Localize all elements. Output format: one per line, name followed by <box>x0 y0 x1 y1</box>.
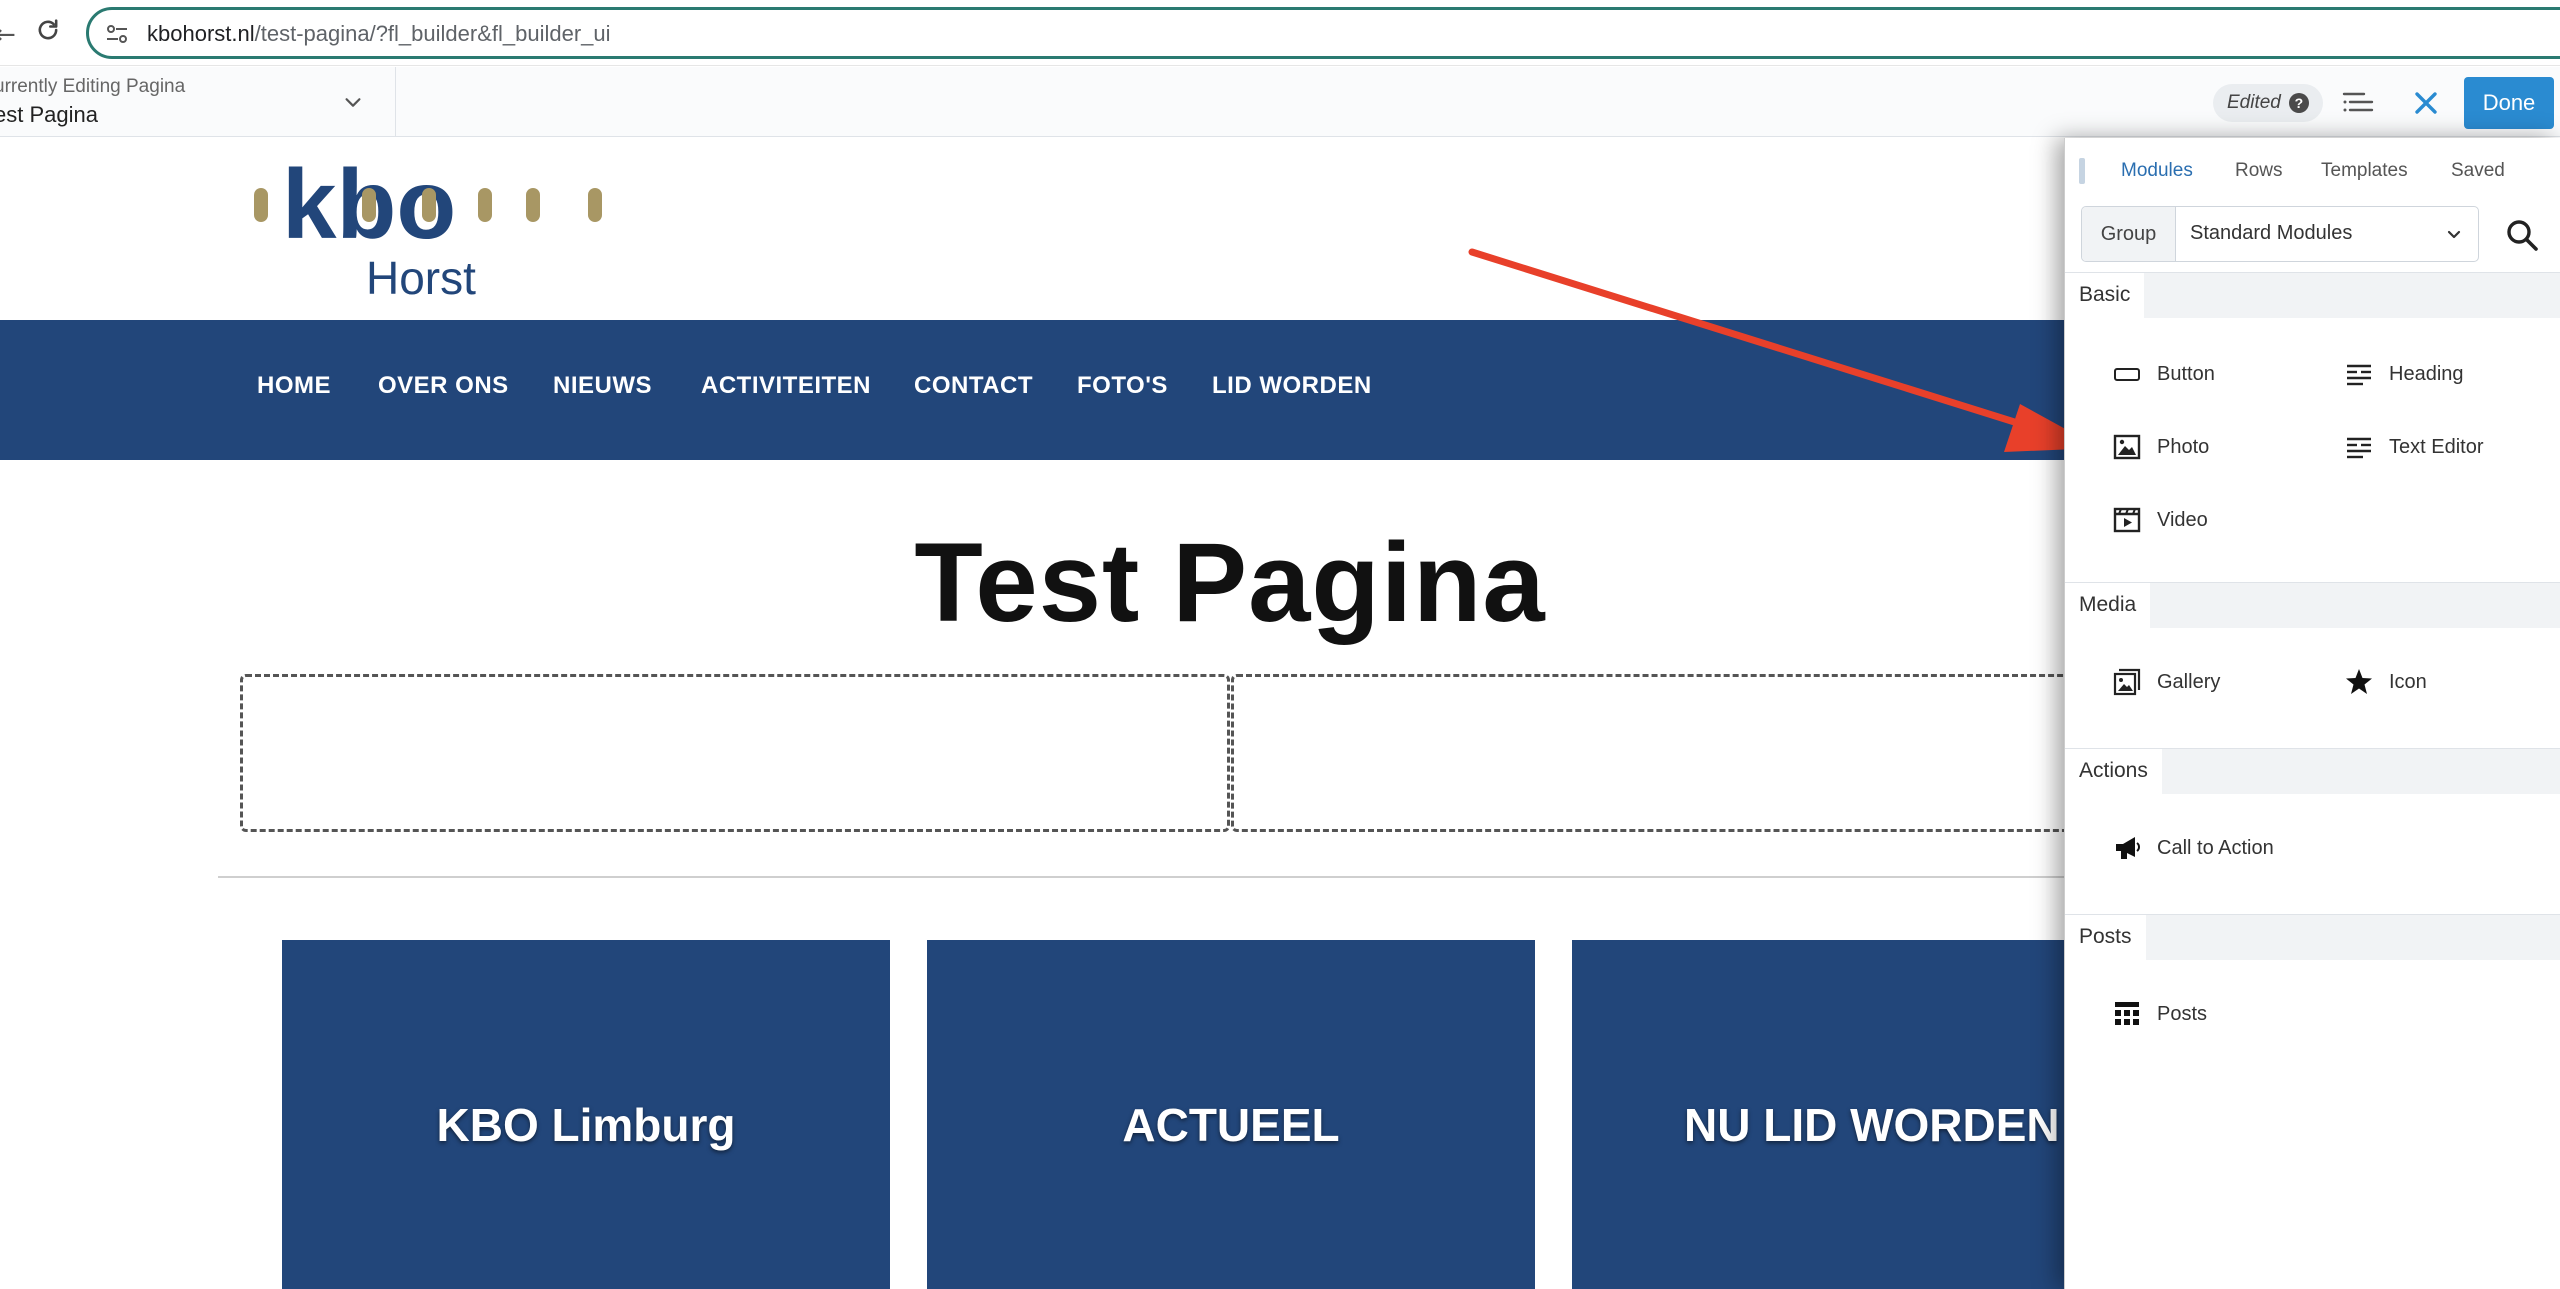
group-label: Group <box>2082 207 2176 261</box>
address-bar[interactable]: kbohorst.nl/test-pagina/?fl_builder&fl_b… <box>86 7 2560 59</box>
module-label: Icon <box>2389 670 2427 693</box>
tile-kbo-limburg[interactable]: KBO Limburg <box>282 940 890 1289</box>
annotation-arrow-icon <box>1468 248 2100 452</box>
site-settings-icon[interactable] <box>105 23 129 45</box>
tab-modules[interactable]: Modules <box>2121 160 2193 182</box>
section-header: Posts <box>2065 914 2560 961</box>
chevron-down-icon[interactable] <box>342 91 364 113</box>
module-icon[interactable]: Icon <box>2345 662 2427 702</box>
gallery-icon <box>2113 668 2141 696</box>
button-icon <box>2114 368 2140 381</box>
module-text-editor[interactable]: Text Editor <box>2345 427 2483 467</box>
star-icon <box>2346 669 2372 694</box>
nav-fotos[interactable]: FOTO'S <box>1077 372 1168 400</box>
content-divider <box>218 876 2068 878</box>
url-path: /test-pagina/?fl_builder&fl_builder_ui <box>254 21 611 46</box>
group-select[interactable]: Group Standard Modules <box>2081 206 2479 262</box>
tile-actueel[interactable]: ACTUEEL <box>927 940 1535 1289</box>
nav-home[interactable]: HOME <box>257 372 331 400</box>
back-icon[interactable]: ← <box>0 20 16 50</box>
section-header: Media <box>2065 582 2560 629</box>
section-header: Basic <box>2065 272 2560 319</box>
module-photo[interactable]: Photo <box>2113 427 2209 467</box>
module-label: Gallery <box>2157 670 2221 693</box>
module-video[interactable]: Video <box>2113 500 2208 540</box>
section-title-media: Media <box>2065 583 2151 629</box>
module-label: Heading <box>2389 362 2464 385</box>
module-label: Photo <box>2157 435 2210 458</box>
section-media: Media Gallery Icon <box>2065 582 2560 748</box>
page-switcher[interactable]: urrently Editing Pagina est Pagina <box>0 67 396 137</box>
heading-icon <box>2347 364 2371 386</box>
nav-over-ons[interactable]: OVER ONS <box>378 372 509 400</box>
module-posts[interactable]: Posts <box>2113 994 2207 1034</box>
done-button[interactable]: Done <box>2464 77 2554 129</box>
section-basic: Basic Button Heading Photo Text Editor V… <box>2065 272 2560 582</box>
nav-activiteiten[interactable]: ACTIVITEITEN <box>701 372 871 400</box>
empty-column-left[interactable] <box>240 674 1230 832</box>
url-text: kbohorst.nl/test-pagina/?fl_builder&fl_b… <box>147 21 611 47</box>
edited-status-badge[interactable]: Edited ? <box>2213 84 2323 122</box>
outline-list-icon[interactable] <box>2342 89 2374 117</box>
module-button[interactable]: Button <box>2113 354 2215 394</box>
module-call-to-action[interactable]: Call to Action <box>2113 828 2274 868</box>
section-posts: Posts Posts <box>2065 914 2560 1080</box>
module-gallery[interactable]: Gallery <box>2113 662 2220 702</box>
module-label: Button <box>2157 362 2215 385</box>
help-icon[interactable]: ? <box>2288 93 2309 113</box>
logo-text-bottom: Horst <box>366 252 476 302</box>
search-icon[interactable] <box>2505 218 2539 252</box>
tile-nu-lid-worden[interactable]: NU LID WORDEN <box>1572 940 2072 1289</box>
tab-saved[interactable]: Saved <box>2451 160 2505 182</box>
chevron-down-icon[interactable] <box>2446 227 2462 243</box>
close-icon[interactable] <box>2410 87 2442 119</box>
section-title-posts: Posts <box>2065 915 2146 961</box>
nav-lid-worden[interactable]: LID WORDEN <box>1212 372 1372 400</box>
module-label: Video <box>2157 508 2208 531</box>
tab-templates[interactable]: Templates <box>2321 160 2408 182</box>
edited-label: Edited <box>2227 92 2281 113</box>
modules-panel: Modules Rows Templates Saved Group Stand… <box>2064 138 2560 1289</box>
module-label: Posts <box>2157 1002 2208 1025</box>
text-editor-icon <box>2347 437 2371 459</box>
section-actions: Actions Call to Action <box>2065 748 2560 914</box>
megaphone-icon <box>2116 837 2140 859</box>
section-header: Actions <box>2065 748 2560 795</box>
kbo-horst-logo[interactable]: kbo Horst <box>254 152 606 302</box>
module-label: Text Editor <box>2389 435 2484 458</box>
module-label: Call to Action <box>2157 836 2274 859</box>
posts-grid-icon <box>2115 1002 2139 1025</box>
browser-toolbar: ← kbohorst.nl/test-pagina/?fl_builder&fl… <box>0 0 2560 66</box>
url-host: kbohorst.nl <box>147 21 255 46</box>
nav-nieuws[interactable]: NIEUWS <box>553 372 652 400</box>
photo-icon <box>2113 434 2141 460</box>
editing-label: urrently Editing Pagina <box>0 76 186 97</box>
tab-rows[interactable]: Rows <box>2235 160 2283 182</box>
group-value: Standard Modules <box>2190 222 2353 244</box>
video-icon <box>2113 507 2141 533</box>
nav-contact[interactable]: CONTACT <box>914 372 1033 400</box>
panel-tabs: Modules Rows Templates Saved <box>2065 138 2560 204</box>
screen: ← kbohorst.nl/test-pagina/?fl_builder&fl… <box>0 0 2560 1289</box>
editing-page-title: est Pagina <box>0 102 98 127</box>
drag-handle-icon[interactable] <box>2079 158 2085 184</box>
section-title-actions: Actions <box>2065 749 2162 795</box>
section-title-basic: Basic <box>2065 273 2145 319</box>
module-heading[interactable]: Heading <box>2345 354 2464 394</box>
builder-bar: urrently Editing Pagina est Pagina Edite… <box>0 67 2560 137</box>
reload-icon[interactable] <box>34 16 62 44</box>
